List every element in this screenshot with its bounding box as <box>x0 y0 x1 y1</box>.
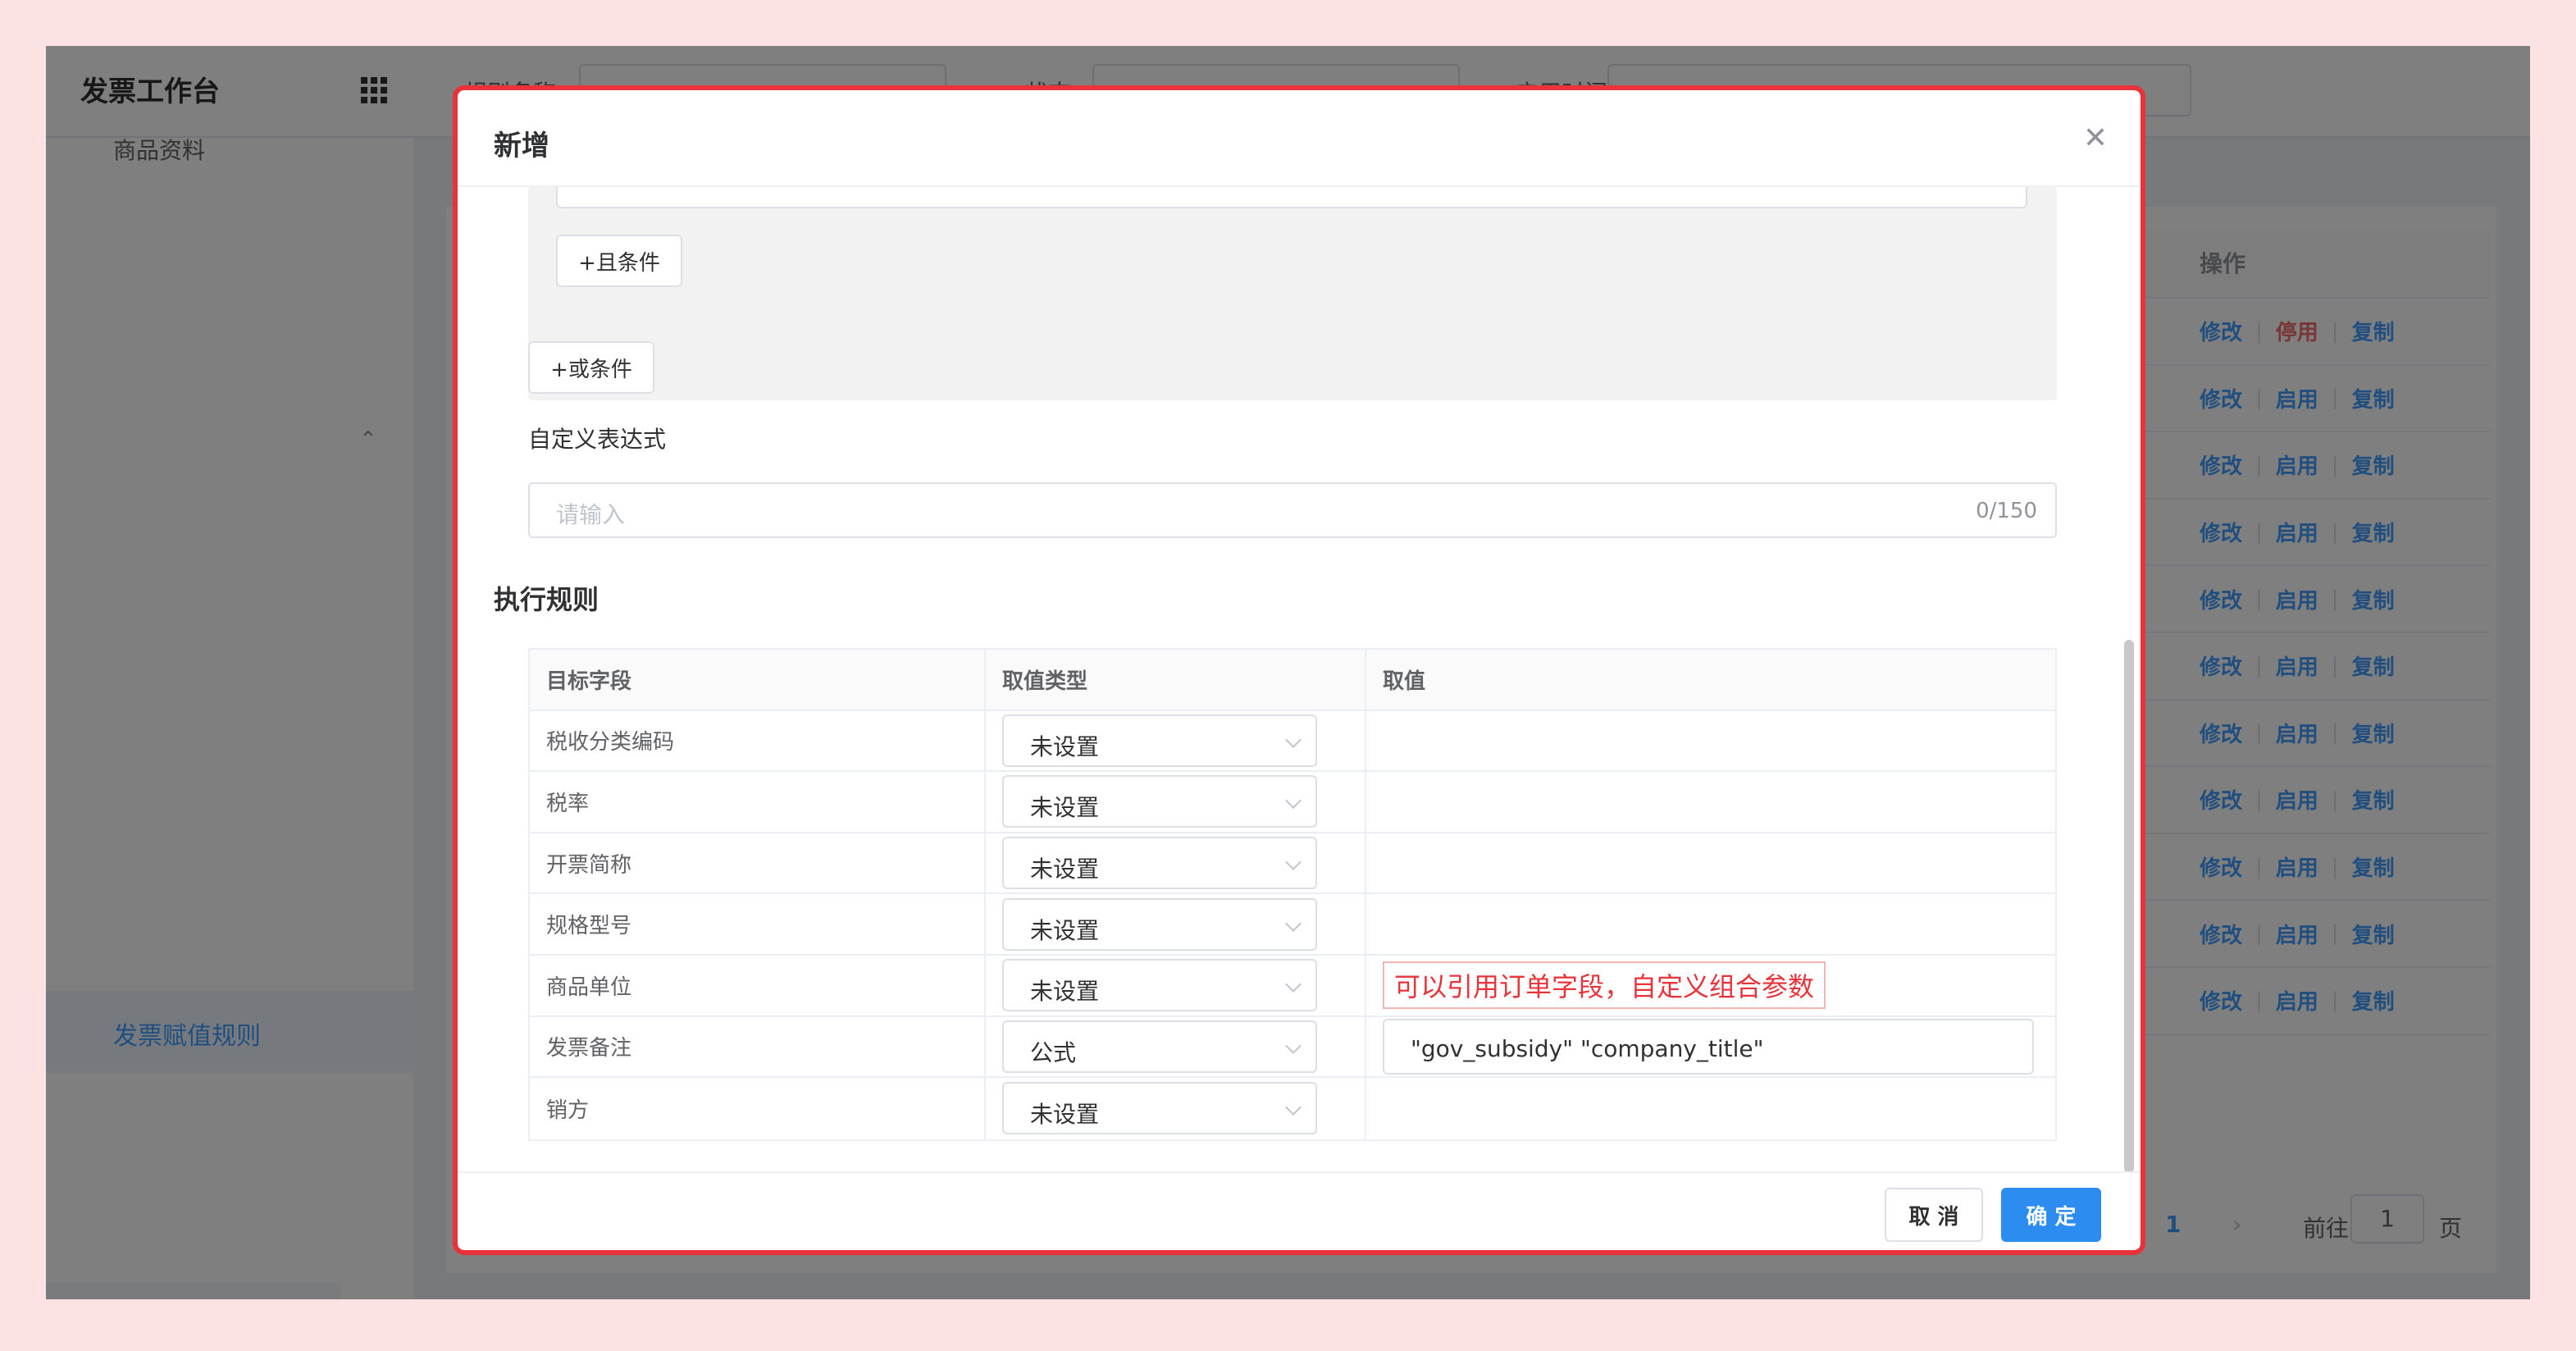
value-cell: 可以引用订单字段，自定义组合参数 <box>1366 956 2055 1016</box>
value-type-selected: 未设置 <box>1030 733 1100 760</box>
target-field-cell: 发票备注 <box>530 1016 986 1077</box>
table-row: 税率 未设置 <box>530 772 2055 833</box>
value-type-cell: 公式 <box>986 1016 1366 1077</box>
value-type-select[interactable]: 公式 <box>1002 1020 1317 1073</box>
value-cell <box>1366 833 2055 893</box>
target-field-cell: 开票简称 <box>530 833 986 893</box>
value-type-selected: 未设置 <box>1030 1101 1100 1129</box>
target-field-cell: 税率 <box>530 772 986 832</box>
value-cell: "gov_subsidy" "company_title" <box>1366 1017 2055 1077</box>
table-row: 税收分类编码 未设置 <box>530 710 2055 773</box>
value-type-select[interactable]: 未设置 <box>1002 897 1317 951</box>
condition-group: +且条件 <box>528 187 2057 400</box>
value-type-cell: 未设置 <box>986 710 1366 771</box>
value-type-select[interactable]: 未设置 <box>1002 837 1317 890</box>
value-type-select[interactable]: 未设置 <box>1002 1082 1317 1135</box>
confirm-button[interactable]: 确 定 <box>2001 1188 2101 1242</box>
target-field-cell: 商品单位 <box>530 955 986 1016</box>
dialog-scrollbar[interactable] <box>2124 640 2134 1173</box>
value-input[interactable]: "gov_subsidy" "company_title" <box>1383 1018 2034 1075</box>
custom-expression-label: 自定义表达式 <box>528 426 667 453</box>
table-row: 销方 未设置 <box>530 1078 2055 1139</box>
value-type-select[interactable]: 未设置 <box>1002 959 1317 1012</box>
target-field-cell: 税收分类编码 <box>530 710 986 771</box>
target-field-cell: 销方 <box>530 1078 986 1139</box>
dialog-title: 新增 <box>494 130 549 162</box>
dialog-footer-divider <box>458 1171 2141 1173</box>
custom-expression-input[interactable]: 请输入 0/150 <box>528 482 2057 538</box>
chevron-down-icon <box>1285 731 1302 748</box>
column-header-value: 取值 <box>1383 669 1426 694</box>
value-cell <box>1366 772 2055 832</box>
value-type-select[interactable]: 未设置 <box>1002 714 1317 767</box>
value-type-cell: 未设置 <box>986 772 1366 832</box>
cancel-button[interactable]: 取 消 <box>1885 1188 1983 1242</box>
value-cell <box>1366 711 2055 771</box>
value-type-selected: 未设置 <box>1030 856 1100 883</box>
value-cell <box>1366 1078 2055 1139</box>
column-header-target-field: 目标字段 <box>530 650 986 710</box>
value-type-selected: 未设置 <box>1030 978 1100 1006</box>
column-header-value-type: 取值类型 <box>986 650 1366 710</box>
add-or-condition-button[interactable]: +或条件 <box>528 341 654 394</box>
value-type-selected: 未设置 <box>1030 794 1100 822</box>
table-row: 开票简称 未设置 <box>530 833 2055 895</box>
value-cell <box>1366 894 2055 954</box>
add-and-condition-button[interactable]: +且条件 <box>556 235 682 287</box>
character-counter: 0/150 <box>1976 499 2037 523</box>
table-header-row: 目标字段 取值类型 取值 <box>530 650 2055 711</box>
value-type-select[interactable]: 未设置 <box>1002 775 1317 828</box>
value-type-cell: 未设置 <box>986 1078 1366 1139</box>
custom-expression-placeholder: 请输入 <box>556 501 626 528</box>
table-row: 商品单位 未设置 可以引用订单字段，自定义组合参数 <box>530 955 2055 1017</box>
chevron-down-icon <box>1285 915 1302 932</box>
chevron-down-icon <box>1285 976 1302 993</box>
table-row: 发票备注 公式 "gov_subsidy" "company_title" <box>530 1016 2055 1079</box>
value-type-selected: 未设置 <box>1030 916 1100 944</box>
table-row: 规格型号 未设置 <box>530 894 2055 956</box>
value-type-cell: 未设置 <box>986 833 1366 893</box>
chevron-down-icon <box>1285 1099 1302 1116</box>
chevron-down-icon <box>1285 792 1302 810</box>
value-type-selected: 公式 <box>1030 1038 1077 1066</box>
chevron-down-icon <box>1285 1037 1302 1054</box>
close-icon[interactable]: ✕ <box>2083 121 2108 155</box>
chevron-down-icon <box>1285 854 1302 870</box>
add-rule-dialog: 新增 ✕ +且条件 +或条件 自定义表达式 请输入 0/150 执行规则 目标字… <box>453 85 2145 1255</box>
annotation-callout: 可以引用订单字段，自定义组合参数 <box>1383 961 1826 1010</box>
execution-rules-table: 目标字段 取值类型 取值 税收分类编码 未设置 税率 未设置 开票简称 未设置 规格型号 未设… <box>528 648 2057 1141</box>
value-type-cell: 未设置 <box>986 894 1366 954</box>
condition-value-input[interactable] <box>556 187 2027 208</box>
value-text: "gov_subsidy" "company_title" <box>1411 1034 1764 1062</box>
target-field-cell: 规格型号 <box>530 894 986 954</box>
value-type-cell: 未设置 <box>986 955 1366 1016</box>
execution-rules-title: 执行规则 <box>494 584 600 615</box>
